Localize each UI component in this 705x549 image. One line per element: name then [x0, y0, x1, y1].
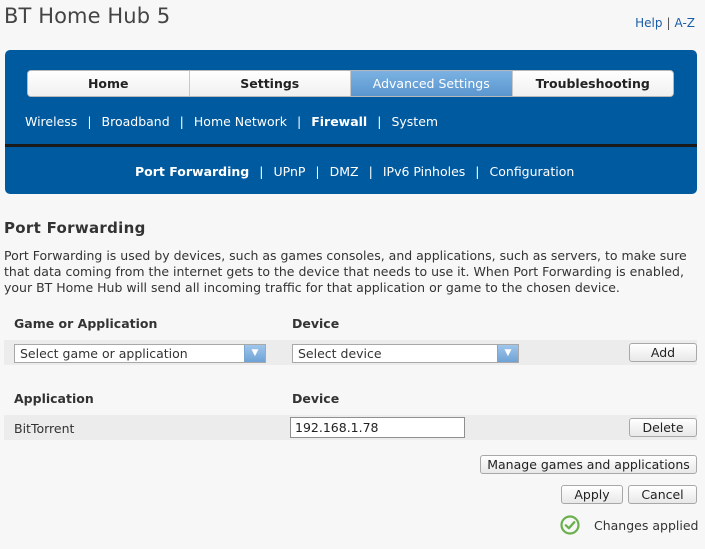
page-title: Port Forwarding	[4, 219, 146, 237]
subnav-home-network[interactable]: Home Network	[194, 114, 287, 129]
subsubnav-ipv6-pinholes[interactable]: IPv6 Pinholes	[383, 164, 465, 179]
manage-games-button[interactable]: Manage games and applications	[480, 455, 697, 474]
page-description: Port Forwarding is used by devices, such…	[4, 248, 687, 295]
game-column-header: Game or Application	[14, 316, 158, 331]
subnav-system[interactable]: System	[391, 114, 438, 129]
status-message: Changes applied	[560, 515, 698, 535]
sub-navigation: Wireless | Broadband | Home Network | Fi…	[25, 114, 438, 129]
tab-troubleshooting[interactable]: Troubleshooting	[512, 71, 673, 96]
subsubnav-separator: |	[475, 164, 480, 179]
app-title: BT Home Hub 5	[4, 4, 171, 28]
subsubnav-dmz[interactable]: DMZ	[330, 164, 359, 179]
subnav-firewall[interactable]: Firewall	[311, 114, 367, 129]
rule-application: BitTorrent	[14, 421, 75, 436]
subnav-separator: |	[296, 114, 302, 129]
tab-settings[interactable]: Settings	[189, 71, 351, 96]
subnav-wireless[interactable]: Wireless	[25, 114, 77, 129]
device-column-header: Device	[292, 316, 340, 331]
subnav-separator: |	[87, 114, 92, 129]
subnav-separator: |	[377, 114, 382, 129]
subsubnav-separator: |	[368, 164, 373, 179]
subsubnav-separator: |	[315, 164, 320, 179]
add-button[interactable]: Add	[629, 343, 697, 362]
subnav-broadband[interactable]: Broadband	[102, 114, 170, 129]
subsubnav-separator: |	[259, 164, 264, 179]
chevron-down-icon: ▼	[497, 345, 518, 362]
subsubnav-upnp[interactable]: UPnP	[273, 164, 305, 179]
check-circle-icon	[560, 515, 580, 535]
device-select-value: Select device	[298, 346, 382, 361]
chevron-down-icon: ▼	[244, 345, 265, 362]
link-separator: |	[666, 16, 671, 30]
help-link[interactable]: Help	[635, 16, 662, 30]
device-select[interactable]: Select device ▼	[292, 344, 519, 363]
tab-home[interactable]: Home	[28, 71, 190, 96]
game-select[interactable]: Select game or application ▼	[14, 344, 266, 363]
cancel-button[interactable]: Cancel	[628, 485, 697, 504]
rule-device-field[interactable]: 192.168.1.78	[290, 417, 465, 438]
subnav-separator: |	[179, 114, 184, 129]
subsubnav-configuration[interactable]: Configuration	[490, 164, 575, 179]
az-link[interactable]: A-Z	[675, 16, 696, 30]
subsubnav-port-forwarding[interactable]: Port Forwarding	[135, 164, 249, 179]
status-text: Changes applied	[594, 517, 699, 533]
application-column-header: Application	[14, 391, 94, 406]
navigation-panel: Home Settings Advanced Settings Troubles…	[5, 50, 697, 194]
firewall-navigation: Port Forwarding | UPnP | DMZ | IPv6 Pinh…	[135, 164, 574, 179]
tab-advanced-settings[interactable]: Advanced Settings	[351, 71, 513, 96]
delete-button[interactable]: Delete	[629, 418, 697, 437]
rule-device-column-header: Device	[292, 391, 340, 406]
game-select-value: Select game or application	[20, 346, 188, 361]
top-links: Help | A-Z	[635, 16, 695, 30]
main-tabs: Home Settings Advanced Settings Troubles…	[27, 70, 674, 97]
apply-button[interactable]: Apply	[561, 485, 623, 504]
nav-divider	[5, 144, 697, 147]
